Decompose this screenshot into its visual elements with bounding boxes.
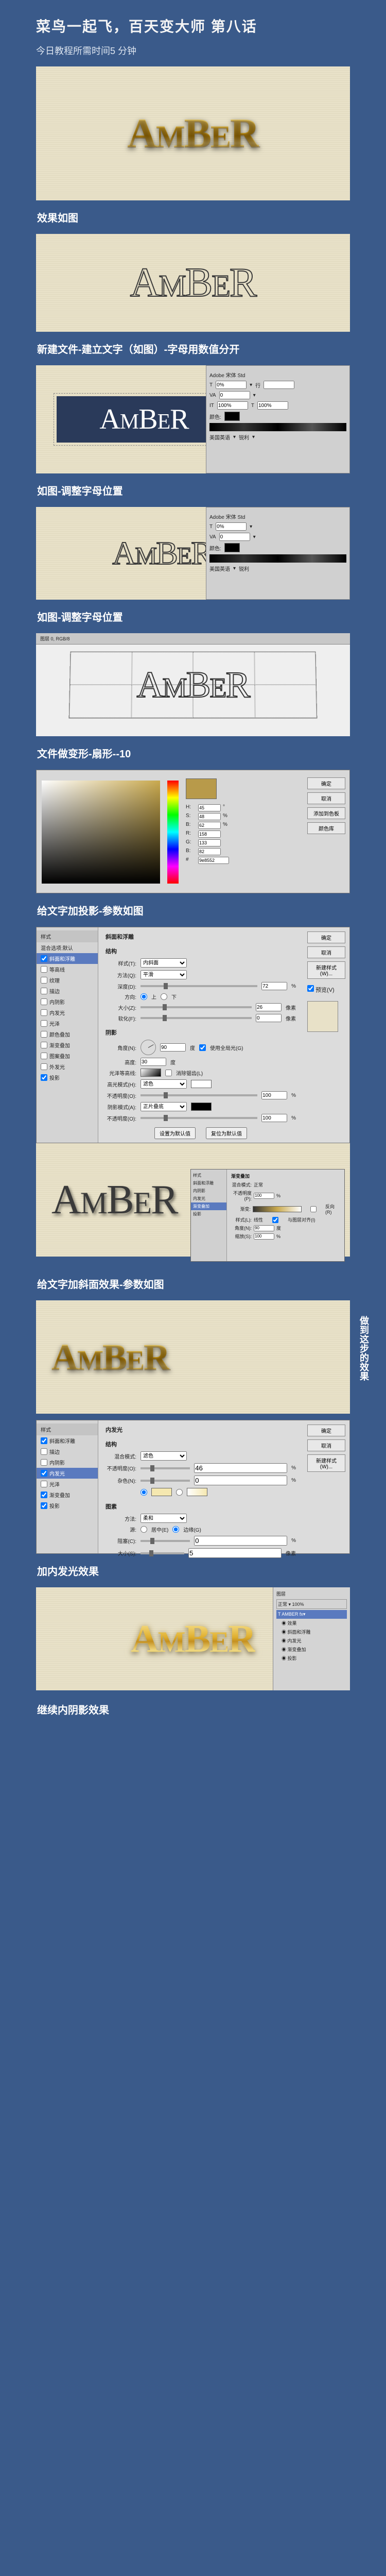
caption-3: 如图-调整字母位置	[0, 473, 386, 507]
lang-select[interactable]: 美国英语	[209, 433, 230, 441]
amber-white-text: AMBER	[99, 403, 188, 436]
color-lib-button[interactable]: 颜色库	[307, 822, 345, 834]
cancel-button[interactable]: 取消	[307, 946, 345, 958]
amber-warp-text: AMBER	[136, 664, 249, 706]
font-size-input[interactable]	[216, 381, 247, 389]
amber-glow-text: AMBER	[131, 1617, 255, 1662]
style-preview	[307, 1001, 338, 1032]
vertical-note: 做到这步的效果	[357, 1316, 371, 1381]
step-adjust: AMBER Adobe 宋体 Std T▾ VA▾ 颜色: 美国英语▾锐利	[36, 507, 350, 600]
caption-4: 如图-调整字母位置	[0, 600, 386, 633]
amber-outline-text-2: AMBER	[112, 534, 212, 572]
gradient-overlay-dialog[interactable]: 样式 斜面和浮雕 内阴影 内发光 渐变叠加 投影 渐变叠加 混合模式:正常 不透…	[190, 1169, 345, 1262]
caption-10: 继续内阴影效果	[0, 1690, 386, 1734]
hue-slider[interactable]	[167, 781, 179, 884]
caption-1: 效果如图	[0, 200, 386, 234]
color-info: H:° S:% B:% R: G: B: #	[181, 770, 303, 893]
step-outline: AMBER	[36, 234, 350, 332]
cancel-button[interactable]: 取消	[307, 792, 345, 804]
caption-5: 文件做变形-扇形--10	[0, 736, 386, 770]
layer-style-bevel-dialog[interactable]: 样式 混合选项:默认 斜面和浮雕 等高线 纹理 描边 内阴影 内发光 光泽 颜色…	[36, 927, 350, 1143]
font-select[interactable]: Adobe 宋体 Std	[209, 371, 245, 379]
inner-glow-dialog[interactable]: 样式 斜面和浮雕 描边 内阴影 内发光 光泽 渐变叠加 投影 内发光 结构 混合…	[36, 1420, 350, 1554]
caption-7: 给文字加斜面效果-参数如图	[0, 1267, 386, 1300]
bevel-item[interactable]: 斜面和浮雕	[37, 953, 98, 964]
amber-outline-text: AMBER	[130, 260, 256, 307]
amber-gold-text-2: AMBER	[51, 1336, 169, 1379]
caption-9: 加内发光效果	[0, 1554, 386, 1587]
color-swatch[interactable]	[224, 412, 240, 421]
ok-button[interactable]: 确定	[307, 777, 345, 789]
text-selection-box[interactable]: AMBER	[57, 396, 232, 443]
ok-button[interactable]: 确定	[307, 931, 345, 943]
style-strip[interactable]	[209, 423, 346, 431]
step-shadow-combined: AMBER 样式 斜面和浮雕 内阴影 内发光 渐变叠加 投影 渐变叠加 混合模式…	[36, 1143, 350, 1257]
step-glow: AMBER 图层 正常 ▾ 100% T AMBER fx▾ ◉ 效果 ◉ 斜面…	[36, 1587, 350, 1690]
step-gold-combined: AMBER 做到这步的效果	[36, 1300, 350, 1414]
angle-dial[interactable]	[141, 1040, 156, 1055]
step-selection: AMBER Adobe 宋体 Std T▾行 VA▾ ITT 颜色: 美国英语▾…	[36, 365, 350, 473]
character-panel[interactable]: Adobe 宋体 Std T▾行 VA▾ ITT 颜色: 美国英语▾锐利▾	[206, 365, 350, 473]
amber-gold-text: AMBER	[127, 110, 259, 157]
bevel-settings: 斜面和浮雕 结构 样式(T):内斜面 方法(Q):平滑 深度(D):% 方向:上…	[98, 927, 303, 1143]
character-panel-2[interactable]: Adobe 宋体 Std T▾ VA▾ 颜色: 美国英语▾锐利	[206, 507, 350, 600]
add-swatch-button[interactable]: 添加到色板	[307, 807, 345, 819]
layers-panel[interactable]: 图层 正常 ▾ 100% T AMBER fx▾ ◉ 效果 ◉ 斜面和浮雕 ◉ …	[273, 1587, 350, 1690]
page-subtitle: 今日教程所需时间5 分钟	[36, 44, 350, 57]
new-style-button[interactable]: 新建样式(W)...	[307, 961, 345, 979]
step-warp: 图层 0, RGB/8 AMBER	[36, 633, 350, 736]
caption-6: 给文字加投影-参数如图	[0, 893, 386, 927]
warp-toolbar[interactable]: 图层 0, RGB/8	[36, 633, 350, 645]
caption-2: 新建文件-建立文字（如图）-字母用数值分开	[0, 332, 386, 365]
tutorial-header: 菜鸟一起飞，百天变大师 第八话 今日教程所需时间5 分钟	[0, 0, 386, 66]
tracking-input[interactable]	[219, 391, 250, 399]
color-preview	[186, 778, 217, 799]
amber-shadow-text: AMBER	[51, 1177, 178, 1224]
color-picker-dialog[interactable]: H:° S:% B:% R: G: B: # 确定 取消 添加到色板 颜色库	[36, 770, 350, 893]
result-preview: AMBER	[36, 66, 350, 200]
color-field[interactable]	[42, 781, 160, 884]
style-list: 样式 混合选项:默认 斜面和浮雕 等高线 纹理 描边 内阴影 内发光 光泽 颜色…	[37, 927, 98, 1143]
page-title: 菜鸟一起飞，百天变大师 第八话	[36, 15, 350, 36]
